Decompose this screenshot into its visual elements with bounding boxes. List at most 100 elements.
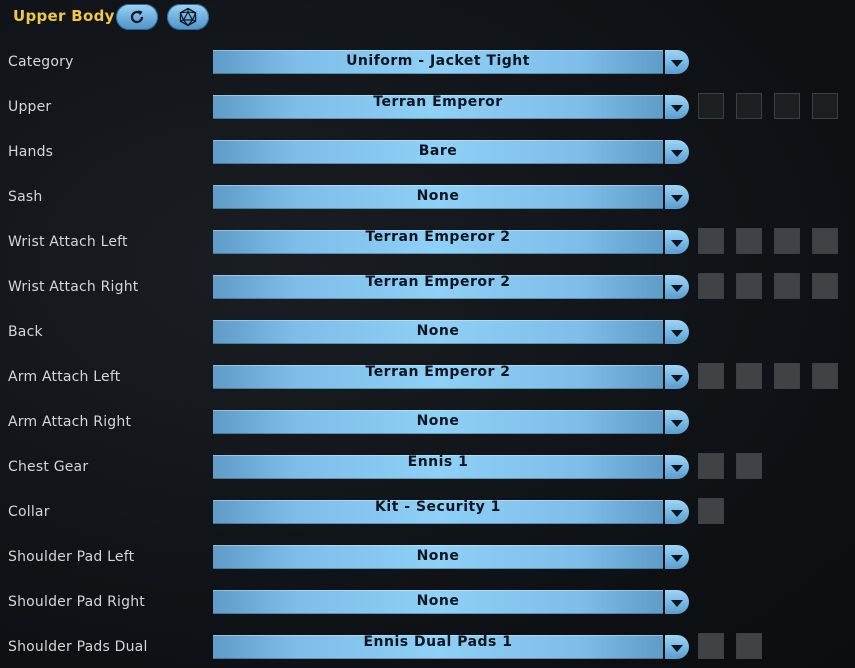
dropdown-field[interactable]: Uniform - Jacket Tight bbox=[213, 50, 663, 74]
option-dropdown[interactable]: Bare bbox=[213, 140, 689, 164]
option-dropdown[interactable]: Ennis 1 bbox=[213, 454, 689, 479]
option-row: Wrist Attach Left Terran Emperor 2 bbox=[0, 225, 855, 270]
option-label: Shoulder Pad Right bbox=[8, 594, 145, 610]
option-row: Upper Terran Emperor bbox=[0, 90, 855, 135]
color-swatch[interactable] bbox=[812, 363, 838, 389]
dropdown-value: None bbox=[416, 593, 460, 609]
color-swatch[interactable] bbox=[774, 273, 800, 299]
option-dropdown[interactable]: Terran Emperor 2 bbox=[213, 274, 689, 299]
dropdown-field[interactable]: Terran Emperor 2 bbox=[213, 274, 663, 299]
dropdown-field[interactable]: Terran Emperor 2 bbox=[213, 364, 663, 389]
color-swatch[interactable] bbox=[698, 498, 724, 524]
option-label: Chest Gear bbox=[8, 459, 89, 475]
chevron-down-icon bbox=[671, 419, 683, 427]
dropdown-arrow-button[interactable] bbox=[665, 185, 689, 209]
dropdown-arrow-button[interactable] bbox=[665, 95, 689, 119]
option-row: Chest Gear Ennis 1 bbox=[0, 450, 855, 495]
color-swatch[interactable] bbox=[736, 93, 762, 119]
dropdown-field[interactable]: Kit - Security 1 bbox=[213, 499, 663, 524]
option-dropdown[interactable]: None bbox=[213, 185, 689, 209]
chevron-down-icon bbox=[671, 644, 683, 652]
dropdown-field[interactable]: None bbox=[213, 545, 663, 569]
color-swatch[interactable] bbox=[736, 228, 762, 254]
option-dropdown[interactable]: Kit - Security 1 bbox=[213, 499, 689, 524]
dropdown-arrow-button[interactable] bbox=[665, 545, 689, 569]
dropdown-value: None bbox=[416, 323, 460, 339]
option-dropdown[interactable]: Terran Emperor 2 bbox=[213, 364, 689, 389]
refresh-button[interactable] bbox=[116, 4, 158, 30]
randomize-button[interactable] bbox=[167, 4, 209, 30]
dropdown-arrow-button[interactable] bbox=[665, 365, 689, 389]
option-row: Shoulder Pad Right None bbox=[0, 585, 855, 630]
color-swatch[interactable] bbox=[774, 93, 800, 119]
dropdown-field[interactable]: None bbox=[213, 410, 663, 434]
color-swatch[interactable] bbox=[812, 93, 838, 119]
dropdown-arrow-button[interactable] bbox=[665, 635, 689, 659]
dropdown-arrow-button[interactable] bbox=[665, 275, 689, 299]
color-swatch[interactable] bbox=[698, 93, 724, 119]
dropdown-arrow-button[interactable] bbox=[665, 320, 689, 344]
dropdown-field[interactable]: Bare bbox=[213, 140, 663, 164]
dropdown-value: Terran Emperor 2 bbox=[365, 229, 511, 245]
option-dropdown[interactable]: Terran Emperor bbox=[213, 94, 689, 119]
chevron-down-icon bbox=[671, 599, 683, 607]
chevron-down-icon bbox=[671, 554, 683, 562]
option-dropdown[interactable]: None bbox=[213, 320, 689, 344]
dropdown-field[interactable]: None bbox=[213, 320, 663, 344]
option-dropdown[interactable]: Ennis Dual Pads 1 bbox=[213, 634, 689, 659]
option-row: Arm Attach Left Terran Emperor 2 bbox=[0, 360, 855, 405]
color-swatch[interactable] bbox=[698, 273, 724, 299]
option-row: Back None bbox=[0, 315, 855, 360]
chevron-down-icon bbox=[671, 104, 683, 112]
dropdown-arrow-button[interactable] bbox=[665, 140, 689, 164]
section-title: Upper Body bbox=[13, 7, 115, 25]
color-swatch[interactable] bbox=[736, 273, 762, 299]
color-swatch[interactable] bbox=[698, 633, 724, 659]
dropdown-arrow-button[interactable] bbox=[665, 455, 689, 479]
option-dropdown[interactable]: None bbox=[213, 590, 689, 614]
dropdown-field[interactable]: Terran Emperor bbox=[213, 94, 663, 119]
color-swatch[interactable] bbox=[774, 228, 800, 254]
option-label: Wrist Attach Left bbox=[8, 234, 128, 250]
option-dropdown[interactable]: None bbox=[213, 545, 689, 569]
upper-body-panel: Upper Body Category Uniform - Jacket Tig… bbox=[0, 0, 855, 668]
option-label: Wrist Attach Right bbox=[8, 279, 139, 295]
color-swatch[interactable] bbox=[812, 273, 838, 299]
dropdown-arrow-button[interactable] bbox=[665, 410, 689, 434]
option-row: Arm Attach Right None bbox=[0, 405, 855, 450]
dropdown-value: Ennis Dual Pads 1 bbox=[363, 634, 513, 650]
dropdown-field[interactable]: Ennis 1 bbox=[213, 454, 663, 479]
dropdown-field[interactable]: Ennis Dual Pads 1 bbox=[213, 634, 663, 659]
panel-header: Upper Body bbox=[0, 0, 855, 34]
color-swatch[interactable] bbox=[736, 633, 762, 659]
dropdown-arrow-button[interactable] bbox=[665, 50, 689, 74]
color-swatch[interactable] bbox=[736, 453, 762, 479]
option-dropdown[interactable]: None bbox=[213, 410, 689, 434]
dropdown-value: Terran Emperor bbox=[373, 94, 503, 110]
color-swatch[interactable] bbox=[698, 363, 724, 389]
dropdown-value: Bare bbox=[418, 143, 458, 159]
dropdown-arrow-button[interactable] bbox=[665, 590, 689, 614]
dice-icon bbox=[178, 7, 198, 27]
option-label: Collar bbox=[8, 504, 50, 520]
option-dropdown[interactable]: Uniform - Jacket Tight bbox=[213, 50, 689, 74]
color-swatch[interactable] bbox=[736, 363, 762, 389]
dropdown-field[interactable]: None bbox=[213, 590, 663, 614]
dropdown-field[interactable]: Terran Emperor 2 bbox=[213, 229, 663, 254]
option-label: Arm Attach Left bbox=[8, 369, 121, 385]
color-swatch[interactable] bbox=[812, 228, 838, 254]
option-row: Sash None bbox=[0, 180, 855, 225]
chevron-down-icon bbox=[671, 239, 683, 247]
dropdown-value: Terran Emperor 2 bbox=[365, 274, 511, 290]
color-swatch[interactable] bbox=[698, 453, 724, 479]
chevron-down-icon bbox=[671, 149, 683, 157]
option-row: Wrist Attach Right Terran Emperor 2 bbox=[0, 270, 855, 315]
color-swatch[interactable] bbox=[774, 363, 800, 389]
dropdown-field[interactable]: None bbox=[213, 185, 663, 209]
option-dropdown[interactable]: Terran Emperor 2 bbox=[213, 229, 689, 254]
dropdown-arrow-button[interactable] bbox=[665, 230, 689, 254]
dropdown-value: Uniform - Jacket Tight bbox=[346, 53, 530, 69]
dropdown-value: Kit - Security 1 bbox=[375, 499, 501, 515]
dropdown-arrow-button[interactable] bbox=[665, 500, 689, 524]
color-swatch[interactable] bbox=[698, 228, 724, 254]
